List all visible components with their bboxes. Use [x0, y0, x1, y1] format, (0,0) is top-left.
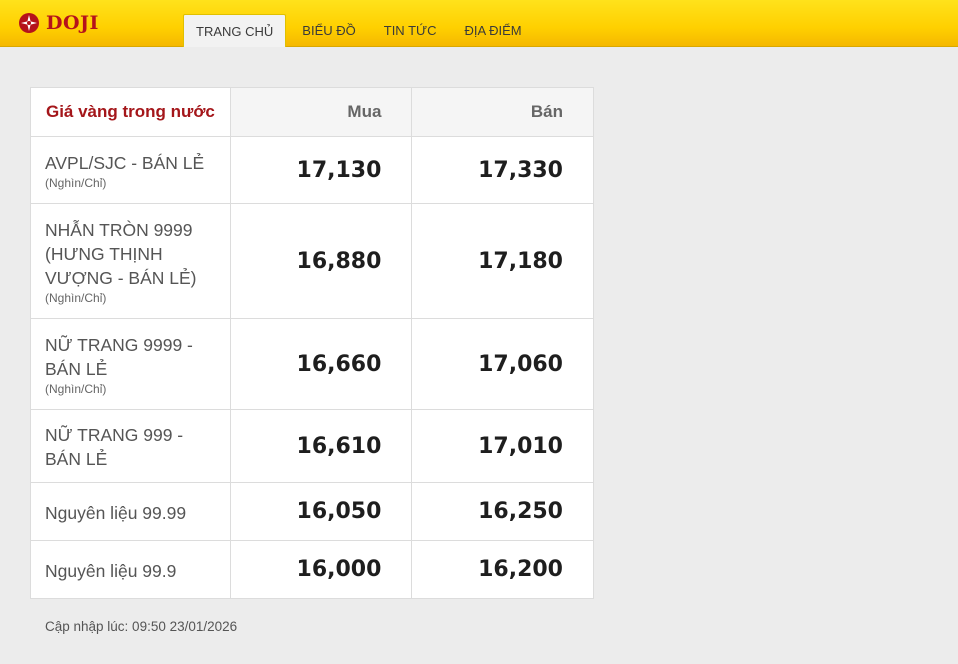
table-row: NHẪN TRÒN 9999 (HƯNG THỊNH VƯỢNG - BÁN L… [30, 203, 594, 319]
product-name: NỮ TRANG 9999 - BÁN LẺ [45, 335, 193, 379]
product-cell: NHẪN TRÒN 9999 (HƯNG THỊNH VƯỢNG - BÁN L… [30, 203, 231, 319]
product-cell: Nguyên liệu 99.99 [30, 482, 231, 541]
nav-trang-chu[interactable]: TRANG CHỦ [183, 14, 287, 47]
gold-price-table: Giá vàng trong nước Mua Bán AVPL/SJC - B… [30, 87, 594, 599]
product-cell: AVPL/SJC - BÁN LẺ (Nghìn/Chỉ) [30, 136, 231, 204]
brand-name: DOJI [46, 12, 99, 34]
table-header-row: Giá vàng trong nước Mua Bán [30, 87, 594, 137]
product-unit: (Nghìn/Chỉ) [45, 382, 107, 396]
product-name: NỮ TRANG 999 - BÁN LẺ [45, 425, 184, 469]
buy-price: 16,660 [229, 318, 413, 410]
last-updated-text: Cập nhập lúc: 09:50 23/01/2026 [45, 619, 238, 634]
sell-price: 16,200 [411, 540, 594, 599]
sell-price: 17,330 [411, 136, 594, 204]
table-row: NỮ TRANG 9999 - BÁN LẺ (Nghìn/Chỉ) 16,66… [30, 318, 594, 410]
table-row: Nguyên liệu 99.99 16,050 16,250 [30, 482, 594, 541]
product-name: AVPL/SJC - BÁN LẺ [45, 153, 205, 173]
table-row: NỮ TRANG 999 - BÁN LẺ 16,610 17,010 [30, 409, 594, 483]
sell-price: 16,250 [411, 482, 594, 541]
product-name: NHẪN TRÒN 9999 (HƯNG THỊNH VƯỢNG - BÁN L… [45, 220, 197, 288]
buy-price: 16,050 [229, 482, 413, 541]
buy-price: 16,610 [229, 409, 413, 483]
doji-logo[interactable]: DOJI [18, 9, 99, 37]
buy-price: 16,000 [229, 540, 413, 599]
buy-price: 16,880 [229, 203, 413, 319]
table-title: Giá vàng trong nước [30, 87, 231, 137]
table-row: AVPL/SJC - BÁN LẺ (Nghìn/Chỉ) 17,130 17,… [30, 136, 594, 204]
product-unit: (Nghìn/Chỉ) [45, 291, 107, 305]
sell-price: 17,060 [411, 318, 594, 410]
product-cell: Nguyên liệu 99.9 [30, 540, 231, 599]
nav-tin-tuc[interactable]: TIN TỨC [372, 14, 449, 46]
product-name: Nguyên liệu 99.9 [45, 560, 177, 581]
buy-price: 17,130 [229, 136, 413, 204]
sell-price: 17,010 [411, 409, 594, 483]
product-cell: NỮ TRANG 999 - BÁN LẺ [30, 409, 231, 483]
product-cell: NỮ TRANG 9999 - BÁN LẺ (Nghìn/Chỉ) [30, 318, 231, 410]
column-header-sell: Bán [411, 87, 594, 137]
main-nav: TRANG CHỦ BIỂU ĐỒ TIN TỨC ĐỊA ĐIỂM [183, 14, 538, 47]
product-name: Nguyên liệu 99.99 [45, 502, 187, 523]
nav-bieu-do[interactable]: BIỂU ĐỒ [290, 14, 367, 46]
table-row: Nguyên liệu 99.9 16,000 16,200 [30, 540, 594, 599]
nav-dia-diem[interactable]: ĐỊA ĐIỂM [453, 14, 534, 46]
product-unit: (Nghìn/Chỉ) [45, 176, 107, 190]
top-bar: DOJI TRANG CHỦ BIỂU ĐỒ TIN TỨC ĐỊA ĐIỂM [0, 0, 958, 47]
doji-emblem-icon [19, 13, 39, 33]
sell-price: 17,180 [411, 203, 594, 319]
column-header-buy: Mua [229, 87, 413, 137]
